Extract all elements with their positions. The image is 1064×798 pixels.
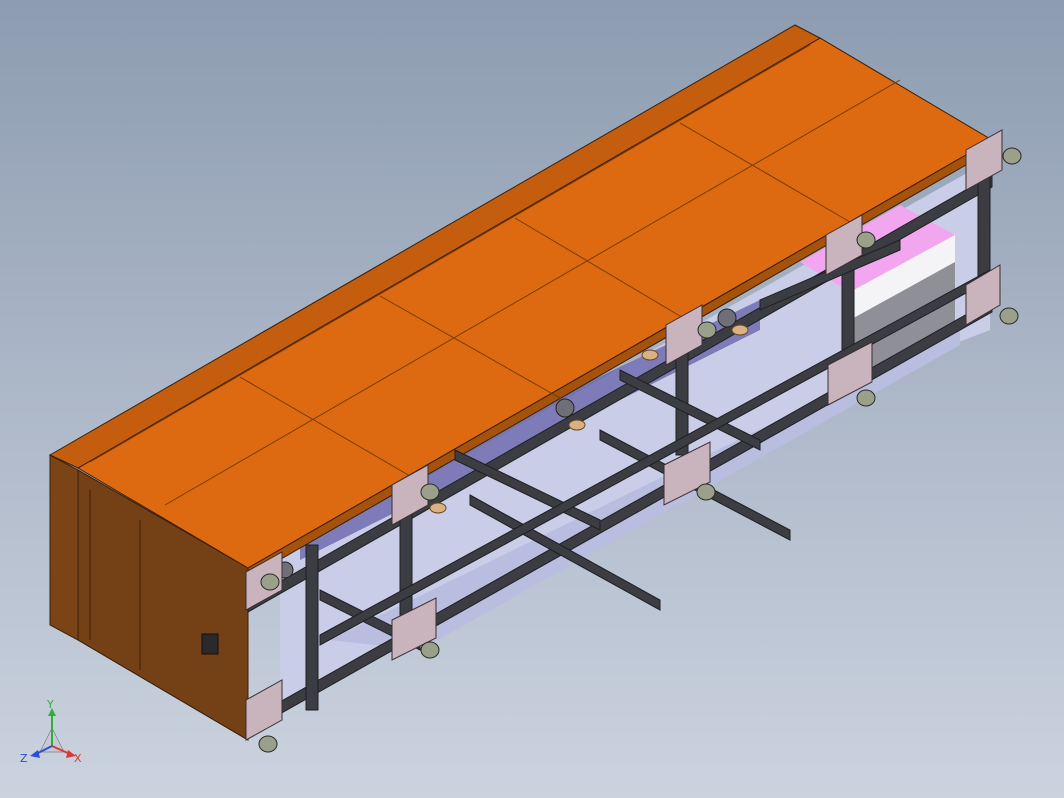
x-axis-label: X: [74, 752, 82, 765]
z-axis-arrow-icon: [30, 750, 40, 758]
cad-viewport[interactable]: Y X Z: [0, 0, 1064, 798]
y-axis-label: Y: [46, 700, 54, 711]
connector-port: [201, 633, 219, 655]
z-axis-label: Z: [20, 752, 28, 765]
orientation-triad[interactable]: Y X Z: [18, 700, 88, 770]
cabinet-assembly-model[interactable]: [0, 0, 1064, 798]
